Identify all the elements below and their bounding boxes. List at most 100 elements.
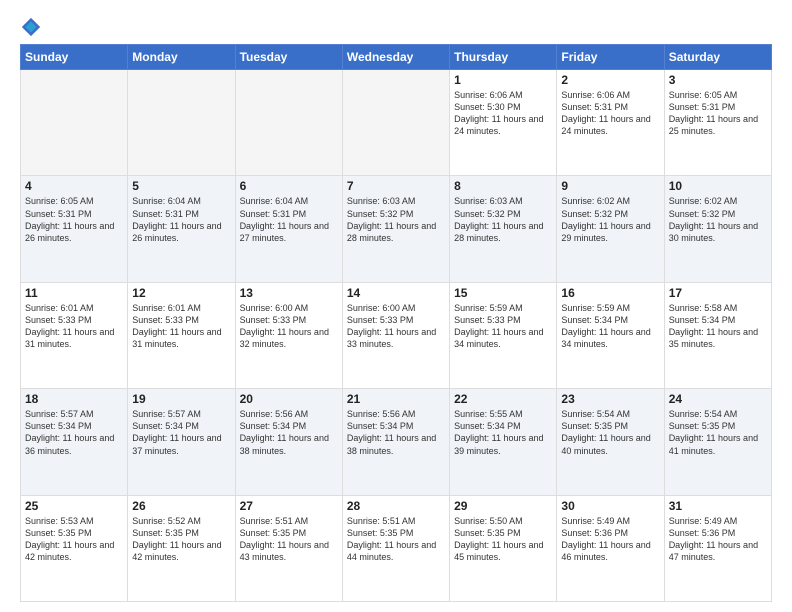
logo (20, 16, 44, 38)
day-info-text: Sunrise: 5:50 AMSunset: 5:35 PMDaylight:… (454, 515, 552, 564)
calendar-day-cell: 21 Sunrise: 5:56 AMSunset: 5:34 PMDayligh… (342, 389, 449, 495)
day-number: 24 (669, 392, 767, 406)
day-number: 19 (132, 392, 230, 406)
calendar-day-cell: 7 Sunrise: 6:03 AMSunset: 5:32 PMDaylight… (342, 176, 449, 282)
day-info-text: Sunrise: 5:57 AMSunset: 5:34 PMDaylight:… (25, 408, 123, 457)
day-number: 23 (561, 392, 659, 406)
day-info-text: Sunrise: 6:01 AMSunset: 5:33 PMDaylight:… (132, 302, 230, 351)
calendar-day-cell (342, 70, 449, 176)
day-info-text: Sunrise: 5:57 AMSunset: 5:34 PMDaylight:… (132, 408, 230, 457)
calendar-week-row: 4 Sunrise: 6:05 AMSunset: 5:31 PMDaylight… (21, 176, 772, 282)
day-number: 11 (25, 286, 123, 300)
day-info-text: Sunrise: 6:04 AMSunset: 5:31 PMDaylight:… (240, 195, 338, 244)
calendar-day-header: Sunday (21, 45, 128, 70)
day-number: 28 (347, 499, 445, 513)
day-number: 15 (454, 286, 552, 300)
day-info-text: Sunrise: 6:04 AMSunset: 5:31 PMDaylight:… (132, 195, 230, 244)
day-info-text: Sunrise: 5:56 AMSunset: 5:34 PMDaylight:… (240, 408, 338, 457)
day-info-text: Sunrise: 5:58 AMSunset: 5:34 PMDaylight:… (669, 302, 767, 351)
day-info-text: Sunrise: 5:51 AMSunset: 5:35 PMDaylight:… (347, 515, 445, 564)
calendar-day-cell: 19 Sunrise: 5:57 AMSunset: 5:34 PMDayligh… (128, 389, 235, 495)
calendar-week-row: 11 Sunrise: 6:01 AMSunset: 5:33 PMDayligh… (21, 282, 772, 388)
day-info-text: Sunrise: 5:55 AMSunset: 5:34 PMDaylight:… (454, 408, 552, 457)
day-info-text: Sunrise: 5:54 AMSunset: 5:35 PMDaylight:… (561, 408, 659, 457)
calendar-day-cell: 26 Sunrise: 5:52 AMSunset: 5:35 PMDayligh… (128, 495, 235, 601)
day-number: 17 (669, 286, 767, 300)
calendar-week-row: 25Sunrise: 5:53 AMSunset: 5:35 PMDayligh… (21, 495, 772, 601)
calendar-day-cell: 30Sunrise: 5:49 AMSunset: 5:36 PMDayligh… (557, 495, 664, 601)
day-info-text: Sunrise: 5:59 AMSunset: 5:33 PMDaylight:… (454, 302, 552, 351)
calendar-day-cell: 18 Sunrise: 5:57 AMSunset: 5:34 PMDayligh… (21, 389, 128, 495)
calendar-day-cell: 16 Sunrise: 5:59 AMSunset: 5:34 PMDayligh… (557, 282, 664, 388)
day-number: 31 (669, 499, 767, 513)
day-info-text: Sunrise: 5:49 AMSunset: 5:36 PMDaylight:… (669, 515, 767, 564)
day-info-text: Sunrise: 6:00 AMSunset: 5:33 PMDaylight:… (347, 302, 445, 351)
calendar-table: SundayMondayTuesdayWednesdayThursdayFrid… (20, 44, 772, 602)
calendar-day-cell: 15 Sunrise: 5:59 AMSunset: 5:33 PMDayligh… (450, 282, 557, 388)
day-info-text: Sunrise: 6:00 AMSunset: 5:33 PMDaylight:… (240, 302, 338, 351)
day-number: 20 (240, 392, 338, 406)
calendar-day-cell: 2Sunrise: 6:06 AMSunset: 5:31 PMDaylight… (557, 70, 664, 176)
calendar-day-cell: 8 Sunrise: 6:03 AMSunset: 5:32 PMDaylight… (450, 176, 557, 282)
calendar-day-cell: 5 Sunrise: 6:04 AMSunset: 5:31 PMDaylight… (128, 176, 235, 282)
day-number: 30 (561, 499, 659, 513)
day-number: 7 (347, 179, 445, 193)
day-number: 10 (669, 179, 767, 193)
calendar-day-cell: 13 Sunrise: 6:00 AMSunset: 5:33 PMDayligh… (235, 282, 342, 388)
calendar-day-header: Friday (557, 45, 664, 70)
day-info-text: Sunrise: 6:05 AMSunset: 5:31 PMDaylight:… (25, 195, 123, 244)
day-info-text: Sunrise: 6:03 AMSunset: 5:32 PMDaylight:… (454, 195, 552, 244)
day-info-text: Sunrise: 6:06 AMSunset: 5:30 PMDaylight:… (454, 89, 552, 138)
calendar-day-cell: 20 Sunrise: 5:56 AMSunset: 5:34 PMDayligh… (235, 389, 342, 495)
day-number: 29 (454, 499, 552, 513)
day-number: 4 (25, 179, 123, 193)
day-info-text: Sunrise: 5:53 AMSunset: 5:35 PMDaylight:… (25, 515, 123, 564)
calendar-day-cell (235, 70, 342, 176)
calendar-day-cell (128, 70, 235, 176)
logo-icon (20, 16, 42, 38)
day-number: 3 (669, 73, 767, 87)
day-number: 27 (240, 499, 338, 513)
day-number: 12 (132, 286, 230, 300)
calendar-page: SundayMondayTuesdayWednesdayThursdayFrid… (0, 0, 792, 612)
day-number: 26 (132, 499, 230, 513)
day-number: 9 (561, 179, 659, 193)
day-number: 6 (240, 179, 338, 193)
day-info-text: Sunrise: 6:05 AMSunset: 5:31 PMDaylight:… (669, 89, 767, 138)
day-info-text: Sunrise: 6:02 AMSunset: 5:32 PMDaylight:… (669, 195, 767, 244)
day-number: 22 (454, 392, 552, 406)
calendar-day-cell: 25Sunrise: 5:53 AMSunset: 5:35 PMDayligh… (21, 495, 128, 601)
calendar-day-header: Wednesday (342, 45, 449, 70)
calendar-day-header: Monday (128, 45, 235, 70)
calendar-day-header: Thursday (450, 45, 557, 70)
calendar-day-cell: 17 Sunrise: 5:58 AMSunset: 5:34 PMDayligh… (664, 282, 771, 388)
day-number: 8 (454, 179, 552, 193)
day-info-text: Sunrise: 5:56 AMSunset: 5:34 PMDaylight:… (347, 408, 445, 457)
calendar-day-cell: 23 Sunrise: 5:54 AMSunset: 5:35 PMDayligh… (557, 389, 664, 495)
day-info-text: Sunrise: 6:03 AMSunset: 5:32 PMDaylight:… (347, 195, 445, 244)
day-number: 16 (561, 286, 659, 300)
day-info-text: Sunrise: 6:06 AMSunset: 5:31 PMDaylight:… (561, 89, 659, 138)
day-info-text: Sunrise: 5:52 AMSunset: 5:35 PMDaylight:… (132, 515, 230, 564)
calendar-day-cell: 28 Sunrise: 5:51 AMSunset: 5:35 PMDayligh… (342, 495, 449, 601)
calendar-day-cell: 6 Sunrise: 6:04 AMSunset: 5:31 PMDaylight… (235, 176, 342, 282)
day-info-text: Sunrise: 5:51 AMSunset: 5:35 PMDaylight:… (240, 515, 338, 564)
day-number: 13 (240, 286, 338, 300)
calendar-day-cell: 31 Sunrise: 5:49 AMSunset: 5:36 PMDayligh… (664, 495, 771, 601)
calendar-week-row: 18 Sunrise: 5:57 AMSunset: 5:34 PMDayligh… (21, 389, 772, 495)
calendar-day-header: Tuesday (235, 45, 342, 70)
calendar-day-cell: 14Sunrise: 6:00 AMSunset: 5:33 PMDayligh… (342, 282, 449, 388)
day-info-text: Sunrise: 5:54 AMSunset: 5:35 PMDaylight:… (669, 408, 767, 457)
calendar-day-cell: 11Sunrise: 6:01 AMSunset: 5:33 PMDayligh… (21, 282, 128, 388)
page-header (20, 16, 772, 38)
calendar-day-cell: 24 Sunrise: 5:54 AMSunset: 5:35 PMDayligh… (664, 389, 771, 495)
day-number: 18 (25, 392, 123, 406)
day-info-text: Sunrise: 5:59 AMSunset: 5:34 PMDaylight:… (561, 302, 659, 351)
day-number: 1 (454, 73, 552, 87)
day-number: 21 (347, 392, 445, 406)
calendar-day-cell: 10 Sunrise: 6:02 AMSunset: 5:32 PMDayligh… (664, 176, 771, 282)
calendar-day-cell: 9Sunrise: 6:02 AMSunset: 5:32 PMDaylight… (557, 176, 664, 282)
calendar-header-row: SundayMondayTuesdayWednesdayThursdayFrid… (21, 45, 772, 70)
day-number: 5 (132, 179, 230, 193)
calendar-day-header: Saturday (664, 45, 771, 70)
